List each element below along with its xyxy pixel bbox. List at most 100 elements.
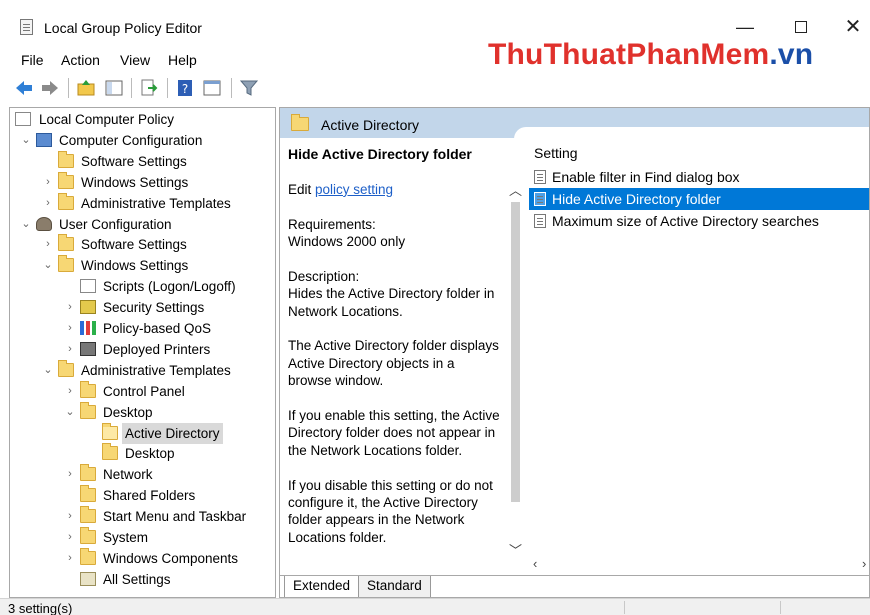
export-list-icon[interactable]	[139, 78, 159, 98]
tree-item[interactable]: Scripts (Logon/Logoff)	[10, 276, 275, 297]
chevron-right-icon[interactable]: ›	[64, 339, 76, 360]
chevron-down-icon[interactable]: ⌄	[20, 214, 32, 235]
scroll-thumb[interactable]	[511, 202, 520, 502]
chevron-down-icon[interactable]: ⌄	[42, 360, 54, 381]
filter-icon[interactable]	[239, 78, 259, 98]
tree-item[interactable]: › Network	[10, 464, 275, 485]
folder-icon	[58, 171, 74, 189]
tree-item[interactable]: › Policy-based QoS	[10, 318, 275, 339]
chevron-right-icon[interactable]: ›	[64, 506, 76, 527]
tree-item[interactable]: › Windows Settings	[10, 171, 275, 193]
back-icon[interactable]	[14, 78, 34, 98]
description-label: Description:	[288, 268, 360, 284]
tree-item-label: Administrative Templates	[81, 362, 231, 378]
tree-item[interactable]: ⌄ User Configuration	[10, 214, 275, 235]
tab-extended[interactable]: Extended	[284, 576, 360, 597]
chevron-right-icon[interactable]: ›	[64, 381, 76, 402]
tree-item-label: Windows Components	[103, 550, 239, 566]
chevron-right-icon[interactable]: ›	[64, 464, 76, 485]
tree-item[interactable]: › Security Settings	[10, 297, 275, 318]
scroll-right-icon[interactable]: ›	[862, 556, 866, 571]
chevron-right-icon[interactable]: ›	[64, 527, 76, 548]
tree-item-label: Security Settings	[103, 300, 205, 316]
tree-item[interactable]: Active Directory	[10, 422, 275, 444]
tree-item-label: Active Directory	[122, 422, 223, 444]
chevron-right-icon[interactable]: ›	[64, 318, 76, 339]
tree-item-label: Start Menu and Taskbar	[103, 509, 247, 525]
scroll-up-icon[interactable]: ︿	[507, 180, 524, 199]
scroll-down-icon[interactable]: ﹀	[507, 540, 524, 559]
folder-icon	[58, 359, 74, 377]
maximize-icon	[795, 21, 807, 33]
tree-item[interactable]: › System	[10, 527, 275, 548]
description-text-1: Hides the Active Directory folder in Net…	[288, 286, 495, 319]
tree-item[interactable]: ⌄ Desktop	[10, 401, 275, 423]
chevron-right-icon[interactable]: ›	[42, 234, 54, 255]
chevron-down-icon[interactable]: ⌄	[20, 130, 32, 151]
tree-item[interactable]: › Deployed Printers	[10, 339, 275, 360]
tree-item[interactable]: ⌄ Administrative Templates	[10, 359, 275, 381]
column-header-setting[interactable]: Setting	[534, 145, 578, 161]
tree-item[interactable]: ⌄ Computer Configuration	[10, 130, 275, 151]
menu-view[interactable]: View	[120, 52, 150, 68]
pane-header-title: Active Directory	[321, 117, 420, 133]
status-divider	[780, 601, 781, 614]
chevron-down-icon[interactable]: ⌄	[64, 402, 76, 423]
menu-help[interactable]: Help	[168, 52, 197, 68]
policy-setting-link[interactable]: policy setting	[315, 182, 393, 197]
user-icon	[36, 216, 52, 231]
list-item[interactable]: Hide Active Directory folder	[529, 188, 869, 210]
forward-icon[interactable]	[40, 78, 60, 98]
tree-item[interactable]: Local Computer Policy	[10, 109, 275, 130]
menu-action[interactable]: Action	[61, 52, 100, 68]
close-button[interactable]: ✕	[838, 14, 868, 40]
tree-item-label: Windows Settings	[81, 174, 189, 190]
description-text-4: If you disable this setting or do not co…	[288, 477, 493, 545]
tree-item-label: Deployed Printers	[103, 341, 211, 357]
menu-bar: File Action View Help	[0, 46, 870, 72]
scroll-left-icon[interactable]: ‹	[533, 556, 537, 571]
minimize-button[interactable]: —	[730, 14, 760, 40]
tree-item[interactable]: Shared Folders	[10, 485, 275, 506]
tab-standard[interactable]: Standard	[358, 576, 431, 597]
toolbar-separator	[68, 78, 69, 98]
chevron-right-icon[interactable]: ›	[42, 172, 54, 193]
status-divider	[624, 601, 625, 614]
tree-item[interactable]: › Windows Components	[10, 547, 275, 569]
tree-item[interactable]: Desktop	[10, 443, 275, 464]
folder-icon	[102, 443, 118, 461]
tree-item[interactable]: Software Settings	[10, 150, 275, 172]
list-horizontal-scrollbar[interactable]: ‹ ›	[529, 556, 869, 573]
requirements: Requirements: Windows 2000 only	[288, 216, 500, 251]
bars-icon	[80, 321, 96, 335]
toolbar-separator	[167, 78, 168, 98]
tree-item[interactable]: › Software Settings	[10, 234, 275, 255]
folder-icon	[291, 114, 309, 131]
maximize-button[interactable]	[786, 14, 816, 40]
tree-item[interactable]: All Settings	[10, 569, 275, 590]
tree-item-label: Administrative Templates	[81, 195, 231, 211]
description-scrollbar[interactable]: ︿ ﹀	[507, 180, 524, 558]
tree-item-label: All Settings	[103, 571, 171, 587]
tree-item-label: Network	[103, 467, 153, 483]
folder-icon	[58, 150, 74, 168]
chevron-right-icon[interactable]: ›	[64, 297, 76, 318]
edit-line: Edit policy setting	[288, 181, 500, 198]
tree-item[interactable]: › Start Menu and Taskbar	[10, 506, 275, 527]
tree-item[interactable]: › Administrative Templates	[10, 192, 275, 214]
help-icon[interactable]: ?	[175, 78, 195, 98]
tree-item[interactable]: ⌄ Windows Settings	[10, 255, 275, 276]
show-hide-tree-icon[interactable]	[104, 78, 124, 98]
up-folder-icon[interactable]	[76, 78, 96, 98]
menu-file[interactable]: File	[21, 52, 44, 68]
tree-item[interactable]: › Control Panel	[10, 380, 275, 402]
list-item[interactable]: Maximum size of Active Directory searche…	[529, 210, 869, 232]
chevron-down-icon[interactable]: ⌄	[42, 255, 54, 276]
policy-setting-icon	[534, 192, 546, 206]
properties-icon[interactable]	[202, 78, 222, 98]
chevron-right-icon[interactable]: ›	[64, 548, 76, 569]
tree-item-label: Local Computer Policy	[39, 112, 175, 127]
list-item[interactable]: Enable filter in Find dialog box	[529, 166, 869, 188]
tree-item-label: Control Panel	[103, 383, 185, 399]
chevron-right-icon[interactable]: ›	[42, 193, 54, 214]
